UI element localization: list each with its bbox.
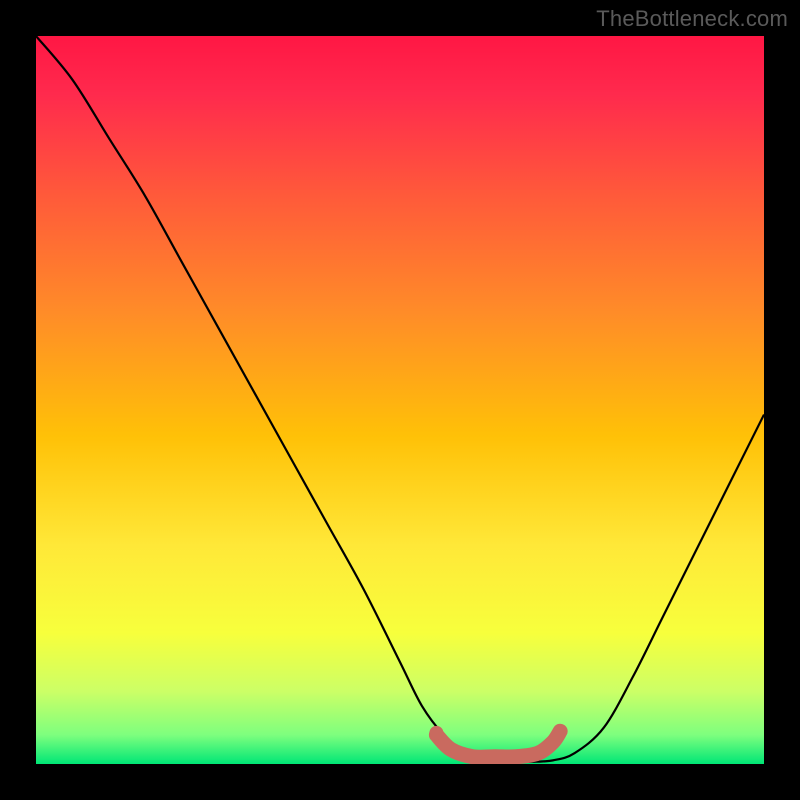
watermark-text: TheBottleneck.com	[596, 6, 788, 32]
optimal-zone-start-dot	[429, 726, 443, 740]
chart-curves	[36, 36, 764, 764]
bottleneck-curve-line	[36, 36, 764, 762]
chart-plot-area	[36, 36, 764, 764]
optimal-zone-marker	[436, 731, 560, 757]
